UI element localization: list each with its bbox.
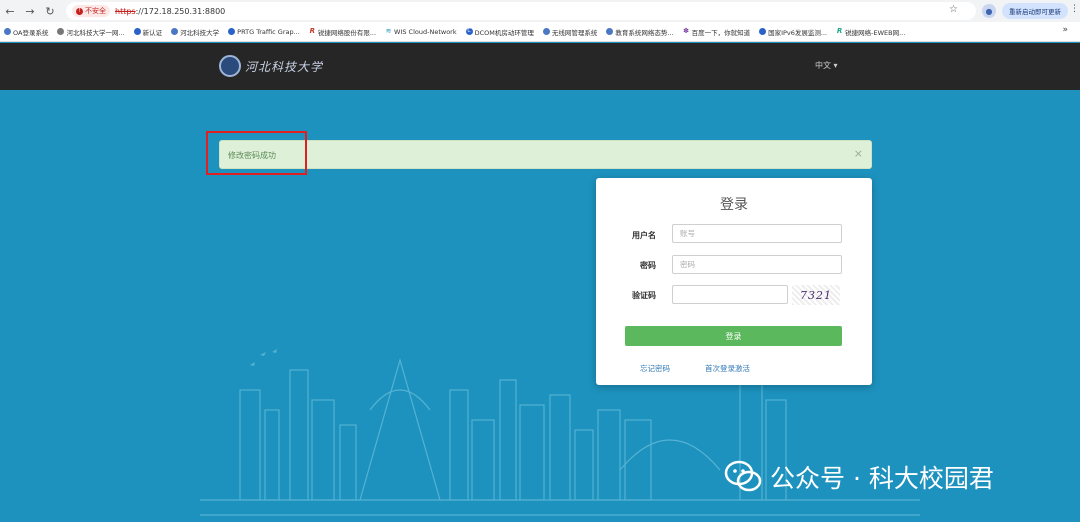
- captcha-input[interactable]: [672, 285, 788, 304]
- reload-icon[interactable]: ↻: [40, 0, 60, 22]
- captcha-label: 验证码: [632, 291, 656, 300]
- globe-icon: [57, 28, 65, 35]
- forward-arrow-icon[interactable]: →: [20, 0, 40, 22]
- warning-icon: !: [76, 7, 83, 15]
- bookmark-label: 新认证: [142, 28, 163, 37]
- close-icon[interactable]: ×: [854, 147, 863, 160]
- bookmark-label: 教育系统网络态势...: [615, 28, 674, 37]
- login-title: 登录: [720, 197, 748, 213]
- bookmark-label: 锐捷网络-EWEB网...: [845, 28, 906, 37]
- security-indicator[interactable]: ! 不安全: [72, 5, 110, 17]
- bookmark-label: 河北科技大学一网...: [66, 28, 125, 37]
- logo-text: 河北科技大学: [245, 59, 324, 74]
- bookmark-label: 河北科技大学: [180, 28, 220, 37]
- university-emblem-icon: [219, 55, 241, 77]
- bookmark-favicon-icon: [228, 28, 236, 35]
- login-panel: 登录 用户名 账号 密码 密码 验证码 7321 登录 忘记密码 首次登录激活: [596, 178, 872, 385]
- bookmark-label: 百度一下，你就知道: [691, 28, 751, 37]
- dcom-logo-icon: C: [465, 28, 473, 35]
- bookmark-favicon-icon: [542, 28, 550, 35]
- baidu-paw-icon: ✽: [683, 27, 690, 35]
- bookmark-item[interactable]: OA登录系统: [4, 27, 48, 37]
- wechat-watermark: 公众号 · 科大校园君: [724, 459, 994, 495]
- bookmark-label: OA登录系统: [13, 28, 49, 37]
- site-header: 河北科技大学 中文 ▾: [0, 43, 1080, 90]
- update-button[interactable]: 重新启动即可更新: [1002, 3, 1068, 19]
- university-logo[interactable]: 河北科技大学: [219, 55, 323, 77]
- bookmark-label: PRTG Traffic Grap...: [237, 27, 300, 36]
- watermark-text: 公众号 · 科大校园君: [770, 464, 994, 493]
- bookmark-label: 锐捷网络股份有限...: [317, 28, 377, 37]
- bookmark-item[interactable]: 无线网管理系统: [542, 27, 598, 37]
- bookmark-item[interactable]: ≋ WIS Cloud-Network: [385, 28, 457, 36]
- ruijie-logo-icon: R: [309, 27, 315, 35]
- bookmark-item[interactable]: ✽ 百度一下，你就知道: [683, 27, 751, 37]
- highlight-annotation: [206, 131, 307, 175]
- username-label: 用户名: [632, 231, 656, 240]
- login-button[interactable]: 登录: [625, 326, 842, 346]
- wechat-icon: [724, 460, 762, 492]
- bookmark-item[interactable]: 新认证: [133, 27, 163, 37]
- bookmark-item[interactable]: 教育系统网络态势...: [606, 27, 674, 37]
- wis-logo-icon: ≋: [385, 27, 392, 35]
- success-alert: 修改密码成功 ×: [219, 140, 872, 169]
- bookmark-favicon-icon: [4, 28, 11, 35]
- bookmark-label: 无线网管理系统: [551, 28, 598, 37]
- bookmark-label: 国家IPv6发展监测...: [768, 28, 828, 37]
- bookmark-label: DCOM机房动环管理: [474, 28, 534, 37]
- password-label: 密码: [640, 261, 656, 270]
- password-input[interactable]: 密码: [672, 255, 842, 274]
- bookmark-item[interactable]: 河北科技大学: [171, 27, 219, 37]
- ruijie-logo-icon: R: [836, 27, 843, 35]
- more-bookmarks-icon[interactable]: »: [1062, 25, 1068, 35]
- username-input[interactable]: 账号: [672, 224, 842, 243]
- bookmark-item[interactable]: 国家IPv6发展监测...: [759, 27, 827, 37]
- bookmark-item[interactable]: C DCOM机房动环管理: [465, 27, 534, 37]
- bookmark-star-icon[interactable]: ☆: [949, 4, 958, 15]
- bookmarks-bar: OA登录系统 河北科技大学一网... 新认证 河北科技大学 PRTG Traff…: [0, 22, 1080, 42]
- security-label: 不安全: [85, 7, 106, 15]
- bookmark-item[interactable]: R 锐捷网络-EWEB网...: [836, 27, 905, 37]
- bookmark-item[interactable]: 河北科技大学一网...: [57, 27, 125, 37]
- bookmark-favicon-icon: [759, 28, 767, 35]
- profile-icon[interactable]: ●: [982, 4, 996, 18]
- bookmark-favicon-icon: [133, 28, 141, 35]
- bookmark-item[interactable]: R 锐捷网络股份有限...: [309, 27, 376, 37]
- bookmark-item[interactable]: PRTG Traffic Grap...: [228, 28, 300, 36]
- menu-icon[interactable]: ⋮: [1070, 4, 1079, 14]
- url-scheme: https: [115, 6, 136, 16]
- captcha-image[interactable]: 7321: [792, 285, 840, 305]
- bookmark-label: WIS Cloud-Network: [394, 27, 457, 36]
- address-bar[interactable]: ! 不安全 https ://172.18.250.31:8800 ☆: [66, 2, 976, 20]
- forgot-password-link[interactable]: 忘记密码: [640, 363, 670, 374]
- language-selector[interactable]: 中文 ▾: [815, 60, 838, 71]
- first-login-activate-link[interactable]: 首次登录激活: [705, 363, 750, 374]
- back-arrow-icon[interactable]: ←: [0, 0, 20, 22]
- bookmark-favicon-icon: [171, 28, 179, 35]
- url-text: ://172.18.250.31:8800: [135, 6, 226, 16]
- bookmark-favicon-icon: [606, 28, 614, 35]
